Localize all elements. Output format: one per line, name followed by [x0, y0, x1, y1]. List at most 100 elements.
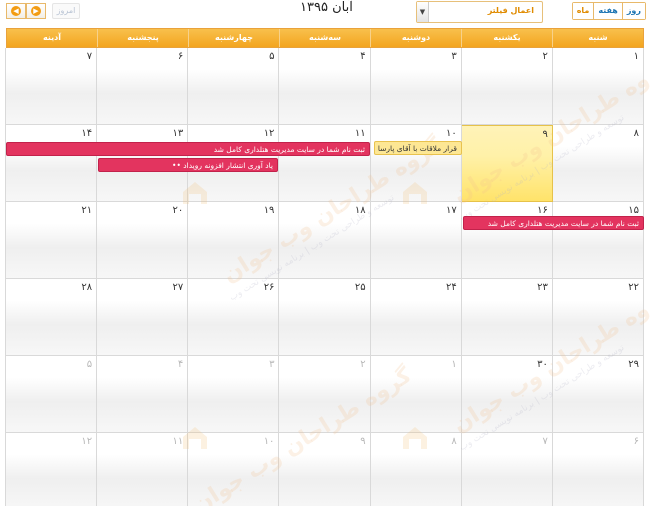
day-cell[interactable]: ۴: [278, 48, 371, 125]
day-number: ۱۱: [172, 436, 184, 447]
day-cell[interactable]: ۱۸: [278, 202, 371, 279]
day-cell[interactable]: ۱۶: [460, 202, 553, 279]
day-cell[interactable]: ۱۵: [551, 202, 644, 279]
day-cell[interactable]: ۲۵: [278, 279, 371, 356]
day-cell[interactable]: ۲: [460, 48, 553, 125]
prev-button[interactable]: ◀: [6, 3, 26, 19]
day-number: ۱۵: [628, 205, 639, 216]
day-cell-other-month[interactable]: ۱۲: [5, 433, 98, 506]
day-cell-other-month[interactable]: ۱۱: [96, 433, 189, 506]
day-number: ۱۲: [263, 128, 275, 139]
day-cell-other-month[interactable]: ۹: [278, 433, 371, 506]
day-cell-other-month[interactable]: ۴: [96, 356, 189, 433]
day-cell[interactable]: ۲۶: [187, 279, 280, 356]
weekday-thursday: پنجشنبه: [97, 29, 188, 47]
day-cell[interactable]: ۲۸: [5, 279, 98, 356]
day-number: ۶: [633, 436, 639, 447]
chevron-left-icon: ◀: [11, 6, 21, 16]
day-cell[interactable]: ۲۰: [96, 202, 189, 279]
day-cell-other-month[interactable]: ۸: [369, 433, 462, 506]
calendar-event[interactable]: ثبت نام شما در سایت مدیریت هتلداری کامل …: [6, 142, 370, 156]
day-number: ۸: [633, 128, 639, 139]
today-button[interactable]: امروز: [52, 3, 80, 19]
filter-select[interactable]: ▼ اعمال فیلتر: [416, 1, 543, 23]
nav-group: ◀ ▶ امروز: [6, 3, 80, 19]
day-cell[interactable]: ۲۲: [551, 279, 644, 356]
day-cell[interactable]: ۲۱: [5, 202, 98, 279]
day-cell[interactable]: ۳۰: [460, 356, 553, 433]
weekday-header: شنبه یکشنبه دوشنبه سه‌شنبه چهارشنبه پنجش…: [6, 28, 644, 48]
day-cell-other-month[interactable]: ۱: [369, 356, 462, 433]
day-number: ۲۴: [445, 282, 457, 293]
day-cell[interactable]: ۷: [5, 48, 98, 125]
day-number: ۳: [451, 51, 457, 62]
day-cell[interactable]: ۱: [551, 48, 644, 125]
day-cell-other-month[interactable]: ۱۰: [187, 433, 280, 506]
day-cell-other-month[interactable]: ۶: [551, 433, 644, 506]
view-month-button[interactable]: ماه: [572, 3, 594, 19]
day-number: ۱۰: [263, 436, 275, 447]
day-cell[interactable]: ۸: [551, 125, 644, 202]
calendar-toolbar: ◀ ▶ امروز آبان ۱۳۹۵ ▼ اعمال فیلتر ماه هف…: [0, 0, 650, 28]
day-cell[interactable]: ۲۹: [551, 356, 644, 433]
day-number: ۱: [451, 359, 457, 370]
calendar-event[interactable]: یاد آوری انتشار افزونه رویداد ••: [98, 158, 278, 172]
next-button[interactable]: ▶: [26, 3, 46, 19]
week-row: ۱۵ ۱۶ ۱۷ ۱۸ ۱۹ ۲۰ ۲۱: [5, 202, 644, 279]
view-week-button[interactable]: هفته: [593, 3, 623, 19]
day-number: ۶: [177, 51, 184, 62]
day-cell[interactable]: ۱۰: [369, 125, 462, 202]
day-number: ۲۰: [172, 205, 184, 216]
day-number: ۱۹: [263, 205, 275, 216]
day-cell[interactable]: ۱۷: [369, 202, 462, 279]
day-number: ۱: [633, 51, 639, 62]
weekday-saturday: شنبه: [552, 29, 643, 47]
day-cell[interactable]: ۱۴: [5, 125, 98, 202]
day-number: ۷: [542, 436, 548, 447]
calendar-event[interactable]: قرار ملاقات با آقای پارسا ۱۱: [374, 141, 462, 155]
weekday-friday: آدینه: [43, 33, 61, 42]
calendar-event[interactable]: ثبت نام شما در سایت مدیریت هتلداری کامل …: [463, 216, 644, 230]
day-cell-other-month[interactable]: ۲: [278, 356, 371, 433]
day-number: ۹: [360, 436, 366, 447]
day-number: ۹: [542, 129, 548, 140]
day-cell[interactable]: ۲۴: [369, 279, 462, 356]
month-calendar: شنبه یکشنبه دوشنبه سه‌شنبه چهارشنبه پنجش…: [5, 28, 650, 506]
day-number: ۱۲: [81, 436, 93, 447]
day-number: ۲۱: [81, 205, 93, 216]
day-number: ۱۱: [354, 128, 366, 139]
day-number: ۲۸: [81, 282, 93, 293]
day-cell[interactable]: ۶: [96, 48, 189, 125]
filter-label: اعمال فیلتر: [487, 6, 534, 15]
day-cell[interactable]: ۱۹: [187, 202, 280, 279]
day-number: ۲۳: [537, 282, 548, 293]
chevron-down-icon[interactable]: ▼: [417, 2, 429, 22]
day-number: ۲۷: [172, 282, 184, 293]
weekday-tuesday: سه‌شنبه: [279, 29, 370, 47]
weekday-sunday: یکشنبه: [461, 29, 552, 47]
day-number: ۸: [451, 436, 457, 447]
day-cell[interactable]: ۲۷: [96, 279, 189, 356]
day-number: ۱۴: [81, 128, 93, 139]
day-cell-other-month[interactable]: ۳: [187, 356, 280, 433]
day-cell[interactable]: ۱۱: [278, 125, 371, 202]
day-cell-other-month[interactable]: ۵: [5, 356, 98, 433]
week-row: ۲۹ ۳۰ ۱ ۲ ۳ ۴ ۵: [5, 356, 644, 433]
day-number: ۲۹: [628, 359, 639, 370]
day-cell[interactable]: ۳: [369, 48, 462, 125]
day-number: ۲۵: [354, 282, 366, 293]
weekday-monday: دوشنبه: [370, 29, 461, 47]
day-number: ۷: [86, 51, 93, 62]
view-day-button[interactable]: روز: [622, 3, 645, 19]
chevron-right-icon: ▶: [31, 6, 41, 16]
day-cell-today[interactable]: ۹: [460, 125, 553, 202]
weekday-wednesday: چهارشنبه: [188, 29, 279, 47]
week-row: ۶ ۷ ۸ ۹ ۱۰ ۱۱ ۱۲: [5, 433, 644, 506]
day-cell[interactable]: ۲۳: [460, 279, 553, 356]
day-number: ۱۸: [354, 205, 366, 216]
day-number: ۲: [360, 359, 366, 370]
day-number: ۵: [269, 51, 275, 62]
day-cell-other-month[interactable]: ۷: [460, 433, 553, 506]
day-cell[interactable]: ۵: [187, 48, 280, 125]
day-number: ۲: [542, 51, 548, 62]
